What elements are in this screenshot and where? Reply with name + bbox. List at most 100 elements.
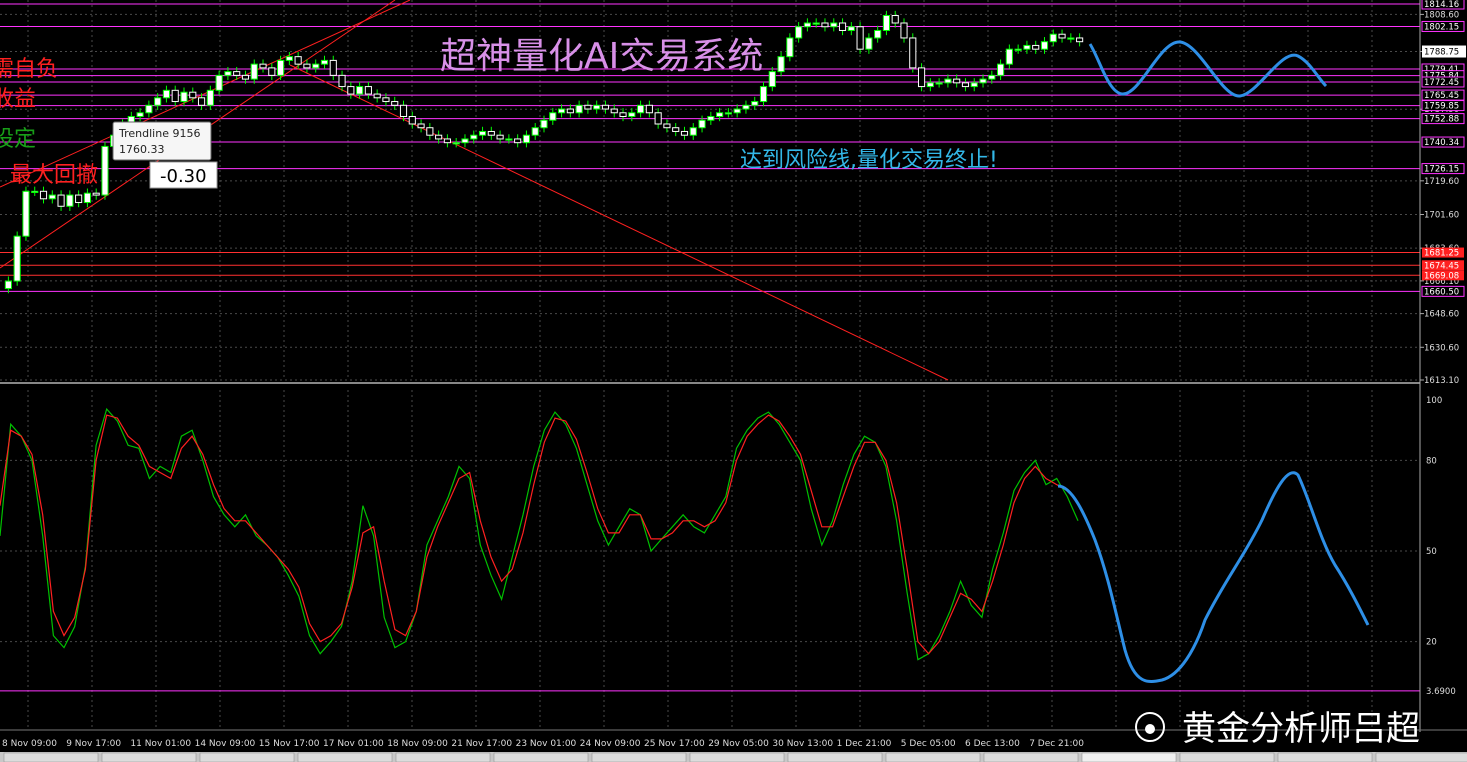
time-tick-label: 25 Nov 17:00 (644, 739, 705, 749)
candle-body (250, 63, 258, 80)
candle-body (645, 104, 653, 114)
symbol-tab (787, 752, 883, 762)
candle-body (988, 74, 996, 80)
candle-body (1076, 37, 1084, 43)
price-level-text: 1752.88 (1424, 115, 1459, 125)
candle-body (13, 235, 21, 282)
candle-body (1067, 37, 1075, 40)
candle-body (593, 104, 601, 110)
candle-body (171, 89, 179, 103)
candle-body (689, 127, 697, 136)
price-tick-label: 1613.10 (1424, 376, 1459, 386)
candle-body (909, 37, 917, 69)
candle-body (575, 104, 583, 114)
time-tick-label: 17 Nov 01:00 (323, 739, 384, 749)
time-tick-label: 1 Dec 21:00 (837, 739, 892, 749)
candle-body (233, 71, 241, 76)
price-level-text-red: 1669.08 (1424, 271, 1459, 281)
left-note-2: 收益 (0, 87, 36, 112)
left-note-4: 最大回撤 (10, 163, 98, 188)
value-box: -0.30 (149, 161, 218, 189)
candle-body (900, 22, 908, 39)
candle-body (364, 86, 372, 95)
candle-body (733, 108, 741, 114)
candle-body (856, 26, 864, 50)
candle-body (136, 112, 144, 118)
candle-body (768, 71, 776, 88)
candle-body (917, 67, 926, 88)
candle-body (698, 119, 706, 129)
time-tick-label: 21 Nov 17:00 (451, 739, 512, 749)
candle-body (197, 97, 206, 106)
candle-body (435, 134, 443, 140)
symbol-tab (395, 752, 491, 762)
candle-body (487, 130, 495, 136)
candle-body (277, 59, 285, 76)
candle-body (373, 93, 381, 99)
price-level-text: 1726.15 (1424, 165, 1459, 175)
candle-body (540, 119, 548, 129)
price-level-text: 1772.45 (1424, 78, 1459, 88)
candle-body (294, 56, 302, 65)
time-tick-label: 15 Nov 17:00 (259, 739, 320, 749)
time-tick-label: 18 Nov 09:00 (387, 739, 448, 749)
candle-body (356, 86, 364, 95)
weibo-icon-eye (1145, 724, 1155, 734)
candle-body (759, 86, 768, 103)
candle-body (531, 127, 539, 136)
candle-body (619, 112, 627, 118)
time-tick-label: 30 Nov 13:00 (772, 739, 833, 749)
candle-body (83, 192, 91, 204)
trendline-tooltip: Trendline 9156 1760.33 (112, 121, 212, 161)
candle-body (206, 89, 214, 106)
price-tick-label: 1719.60 (1424, 177, 1459, 187)
time-tick-label: 14 Nov 09:00 (195, 739, 256, 749)
candle-body (979, 78, 987, 84)
osc-tick-label: 100 (1426, 396, 1442, 406)
candle-body (672, 127, 680, 132)
candle-body (953, 78, 961, 84)
candle-body (215, 74, 223, 91)
symbol-tab (1179, 752, 1275, 762)
osc-tick-label: 3.6900 (1426, 687, 1456, 697)
price-level-text: 1814.16 (1424, 0, 1459, 10)
candle-body (557, 108, 566, 114)
price-level-text-red: 1674.45 (1424, 261, 1459, 271)
time-tick-label: 5 Dec 05:00 (901, 739, 956, 749)
candle-body (1005, 48, 1013, 65)
candle-body (162, 89, 171, 99)
candle-body (786, 37, 794, 58)
candle-body (838, 22, 847, 31)
candle-body (417, 123, 425, 129)
candle-body (1023, 44, 1031, 50)
candle-body (514, 138, 522, 144)
candle-body (610, 108, 618, 114)
candle-body (496, 134, 504, 140)
candle-body (522, 134, 531, 144)
symbol-tab (885, 752, 981, 762)
symbol-tab (493, 752, 589, 762)
price-tick-label: 1630.60 (1424, 343, 1459, 353)
candle-body (241, 74, 250, 80)
candle-body (970, 82, 978, 88)
chart-title: 超神量化AI交易系统 (440, 36, 763, 77)
candle-body (716, 112, 724, 118)
candle-body (795, 26, 803, 39)
candle-body (338, 74, 346, 88)
symbol-tab (689, 752, 785, 762)
time-tick-label: 29 Nov 05:00 (708, 739, 769, 749)
candle-body (1014, 48, 1022, 51)
candle-body (189, 91, 197, 99)
candle-body (426, 127, 434, 136)
candle-body (549, 112, 557, 121)
trading-chart[interactable]: 1808.601788.751757.901719.601701.601683.… (0, 0, 1467, 762)
left-note-3: 设定 (0, 127, 36, 152)
candle-body (777, 56, 785, 73)
symbol-tab (983, 752, 1079, 762)
time-tick-label: 8 Nov 09:00 (2, 739, 57, 749)
price-level-text-red: 1681.25 (1424, 249, 1459, 259)
symbol-tab (101, 752, 197, 762)
time-tick-label: 24 Nov 09:00 (580, 739, 641, 749)
candle-body (830, 22, 838, 28)
candle-body (408, 116, 416, 125)
